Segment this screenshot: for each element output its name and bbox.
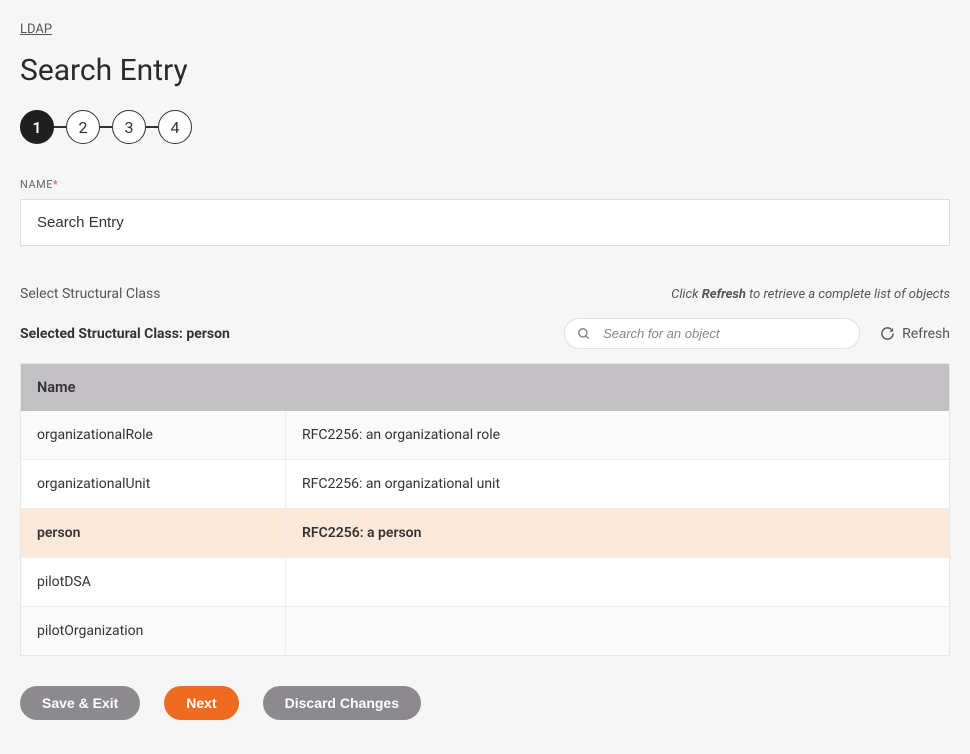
table-row[interactable]: pilotDSA bbox=[21, 558, 949, 607]
search-icon bbox=[577, 327, 591, 341]
structural-class-table: Name organizationalRoleRFC2256: an organ… bbox=[20, 363, 950, 656]
cell-desc: RFC2256: a person bbox=[286, 509, 949, 557]
table-row[interactable]: pilotOrganization bbox=[21, 607, 949, 655]
name-input[interactable] bbox=[20, 199, 950, 246]
hint-text: Click Refresh to retrieve a complete lis… bbox=[671, 287, 950, 302]
search-input[interactable] bbox=[564, 318, 860, 349]
breadcrumb-ldap[interactable]: LDAP bbox=[20, 22, 52, 37]
step-connector bbox=[146, 126, 158, 128]
table-row[interactable]: personRFC2256: a person bbox=[21, 509, 949, 558]
save-exit-button[interactable]: Save & Exit bbox=[20, 686, 140, 720]
page-title: Search Entry bbox=[20, 53, 950, 88]
next-button[interactable]: Next bbox=[164, 686, 238, 720]
cell-desc: RFC2256: an organizational unit bbox=[286, 460, 949, 508]
cell-name: pilotDSA bbox=[21, 558, 286, 606]
refresh-icon bbox=[880, 326, 895, 341]
table-header-name[interactable]: Name bbox=[21, 364, 949, 411]
refresh-label: Refresh bbox=[902, 326, 950, 342]
step-1[interactable]: 1 bbox=[20, 110, 54, 144]
discard-changes-button[interactable]: Discard Changes bbox=[263, 686, 421, 720]
stepper: 1234 bbox=[20, 110, 950, 144]
step-4[interactable]: 4 bbox=[158, 110, 192, 144]
cell-name: person bbox=[21, 509, 286, 557]
cell-desc bbox=[286, 607, 949, 655]
step-connector bbox=[100, 126, 112, 128]
table-row[interactable]: organizationalUnitRFC2256: an organizati… bbox=[21, 460, 949, 509]
step-3[interactable]: 3 bbox=[112, 110, 146, 144]
cell-name: pilotOrganization bbox=[21, 607, 286, 655]
cell-desc: RFC2256: an organizational role bbox=[286, 411, 949, 459]
cell-name: organizationalRole bbox=[21, 411, 286, 459]
step-2[interactable]: 2 bbox=[66, 110, 100, 144]
table-body[interactable]: organizationalRoleRFC2256: an organizati… bbox=[21, 411, 949, 655]
cell-desc bbox=[286, 558, 949, 606]
section-label: Select Structural Class bbox=[20, 286, 160, 302]
refresh-button[interactable]: Refresh bbox=[880, 326, 950, 342]
name-label: NAME* bbox=[20, 178, 950, 191]
table-row[interactable]: organizationalRoleRFC2256: an organizati… bbox=[21, 411, 949, 460]
cell-name: organizationalUnit bbox=[21, 460, 286, 508]
step-connector bbox=[54, 126, 66, 128]
selected-structural-class: Selected Structural Class: person bbox=[20, 326, 230, 342]
